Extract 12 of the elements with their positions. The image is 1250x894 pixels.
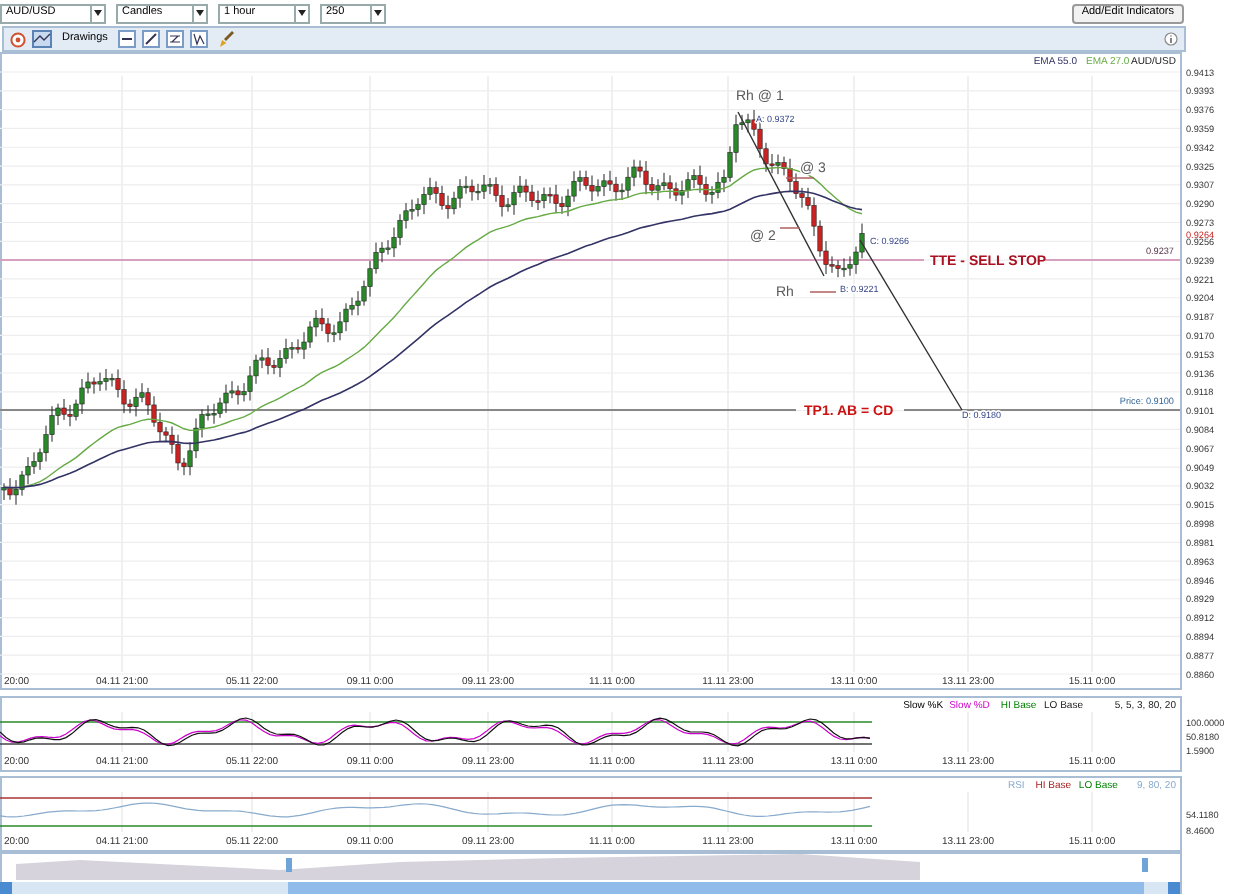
zigzag-icon[interactable] [189,30,208,48]
level-line [1043,259,1181,261]
chart-icon[interactable] [32,30,52,48]
caret-icon [370,5,384,21]
info-icon[interactable] [1164,32,1178,46]
brush-icon[interactable] [217,30,236,48]
trend-line-icon[interactable] [141,30,160,48]
caret-icon [192,5,206,21]
target-icon[interactable] [10,31,26,47]
marker-line [779,177,837,293]
caret-icon [294,5,308,21]
caret-icon [90,5,104,21]
